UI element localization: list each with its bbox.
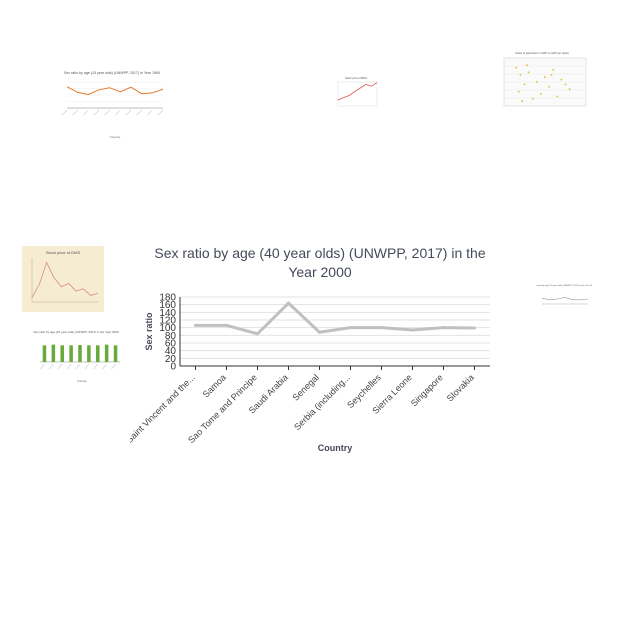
- data-point: [318, 330, 321, 334]
- thumbnail-scatter-point: [568, 88, 571, 91]
- thumbnail-title: Sex ratio by age (15 year olds) (UNWPP, …: [64, 71, 160, 75]
- data-point: [442, 326, 445, 330]
- thumbnail-x-tick-label: [83, 109, 89, 116]
- data-point: [194, 323, 197, 327]
- data-point: [256, 332, 259, 336]
- data-point: [380, 326, 383, 330]
- thumbnail-scatter-point: [550, 73, 553, 76]
- thumbnail-x-tick-label: [49, 363, 54, 370]
- thumbnail-x-tick-label: [72, 109, 78, 116]
- thumbnail-x-tick-label: [75, 363, 81, 370]
- thumbnail-scatter-point: [531, 97, 534, 100]
- thumbnail-bar: [69, 345, 73, 362]
- thumbnail-stock-chart-svg: Stock price of BNS: [337, 76, 378, 107]
- thumbnail-scatter-point: [526, 64, 528, 67]
- thumbnail-bar-chart-2000: Sex ratio by age (15 year olds) (UNWPP, …: [30, 328, 122, 386]
- data-point: [411, 328, 414, 332]
- thumbnail-x-tick-label: [61, 109, 68, 116]
- thumbnail-x-axis-label: Country: [110, 135, 121, 139]
- data-point: [349, 326, 352, 330]
- data-point: [473, 326, 476, 330]
- main-line-chart: 020406080100120140160180Saint Vincent an…: [130, 293, 490, 453]
- x-tick-label: Slovakia: [445, 372, 476, 403]
- thumbnail-scatter-point: [556, 95, 559, 98]
- thumbnail-scatter-point: [515, 66, 518, 69]
- thumbnail-plot-area: [337, 81, 378, 107]
- x-tick-label: Samoa: [201, 372, 228, 399]
- thumbnail-series-line: [66, 86, 164, 96]
- thumbnail-x-tick-label: [125, 109, 132, 116]
- thumbnail-scatter-point: [564, 83, 567, 86]
- thumbnail-bar: [113, 345, 118, 362]
- thumbnail-bar: [78, 345, 82, 362]
- thumbnail-x-tick-label: [136, 109, 142, 116]
- thumbnail-scatter-point: [527, 71, 530, 74]
- thumbnail-bar: [104, 344, 109, 362]
- thumbnail-title: Stock price of DMS: [46, 250, 81, 255]
- thumbnail-bar: [96, 345, 100, 362]
- thumbnail-line-chart-right-svg: Sex ratio by age (15 year olds) (UNWPP, …: [536, 284, 592, 305]
- thumbnail-title: Sex ratio by age (15 year olds) (UNWPP, …: [536, 284, 592, 287]
- thumbnail-x-tick-label: [58, 363, 63, 370]
- thumbnail-title: Stock price of BNS: [345, 76, 367, 80]
- data-point: [287, 301, 290, 305]
- thumbnail-stock-chart-dms: Stock price of DMS: [22, 246, 104, 312]
- thumbnail-scatter-point: [535, 81, 538, 83]
- thumbnail-bar: [87, 345, 91, 362]
- data-point: [225, 323, 228, 327]
- thumbnail-x-tick-label: [66, 363, 72, 370]
- y-axis-label: Sex ratio: [144, 312, 154, 351]
- thumbnail-scatter-svg: Share of agriculture in GDP vs GDP per c…: [503, 51, 587, 107]
- thumbnail-bar-chart-svg: Sex ratio by age (15 year olds) (UNWPP, …: [33, 330, 120, 383]
- thumbnail-scatter-point: [521, 100, 523, 103]
- thumbnail-line-chart-right: Sex ratio by age (15 year olds) (UNWPP, …: [536, 282, 592, 318]
- thumbnail-x-tick-label: [115, 109, 121, 116]
- thumbnail-scatter-point: [548, 85, 550, 88]
- x-tick-label: Saint Vincent and the...: [130, 372, 197, 445]
- thumbnail-bar: [60, 345, 64, 362]
- x-tick-label: Serbia (including...: [292, 372, 352, 432]
- thumbnail-x-tick-label: [147, 109, 153, 116]
- thumbnail-scatter-chart: Share of agriculture in GDP vs GDP per c…: [490, 50, 590, 122]
- x-axis-label: Country: [318, 443, 353, 453]
- thumbnail-line-chart-1960: Sex ratio by age (15 year olds) (UNWPP, …: [55, 68, 170, 148]
- series-line: [195, 301, 475, 336]
- thumbnail-scatter-point: [560, 78, 563, 81]
- thumbnail-line-chart-svg: Sex ratio by age (15 year olds) (UNWPP, …: [61, 71, 164, 139]
- thumbnail-x-tick-label: [102, 363, 107, 370]
- thumbnail-x-axis-label: Country: [77, 379, 87, 383]
- thumbnail-x-tick-label: [40, 363, 45, 370]
- thumbnail-x-tick-label: [93, 109, 100, 116]
- thumbnail-stock-chart-dms-svg: Stock price of DMS: [22, 246, 104, 312]
- thumbnail-x-tick-label: [104, 109, 110, 116]
- thumbnail-title: Share of agriculture in GDP vs GDP per c…: [515, 51, 569, 55]
- thumbnail-title: Sex ratio by age (15 year olds) (UNWPP, …: [33, 330, 119, 334]
- x-tick-label: Senegal: [290, 372, 320, 402]
- thumbnail-scatter-point: [523, 83, 526, 86]
- thumbnail-series-line: [541, 297, 589, 301]
- thumbnail-bar: [42, 345, 47, 362]
- thumbnail-series-line: [337, 82, 378, 101]
- thumbnail-x-tick-label: [157, 109, 164, 116]
- thumbnail-x-tick-label: [84, 363, 90, 370]
- y-tick-label: 180: [159, 293, 176, 304]
- thumbnail-scatter-point: [544, 76, 546, 79]
- thumbnail-scatter-point: [519, 73, 522, 76]
- thumbnail-x-tick-label: [111, 363, 116, 370]
- thumbnail-scatter-point: [540, 93, 542, 95]
- x-tick-label: Singapore: [409, 372, 445, 408]
- thumbnail-bar: [51, 344, 56, 362]
- thumbnail-scatter-point: [517, 90, 520, 93]
- thumbnail-scatter-point: [552, 69, 555, 71]
- thumbnail-x-tick-label: [93, 363, 98, 370]
- thumbnail-stock-chart-bns: Stock price of BNS: [332, 74, 380, 114]
